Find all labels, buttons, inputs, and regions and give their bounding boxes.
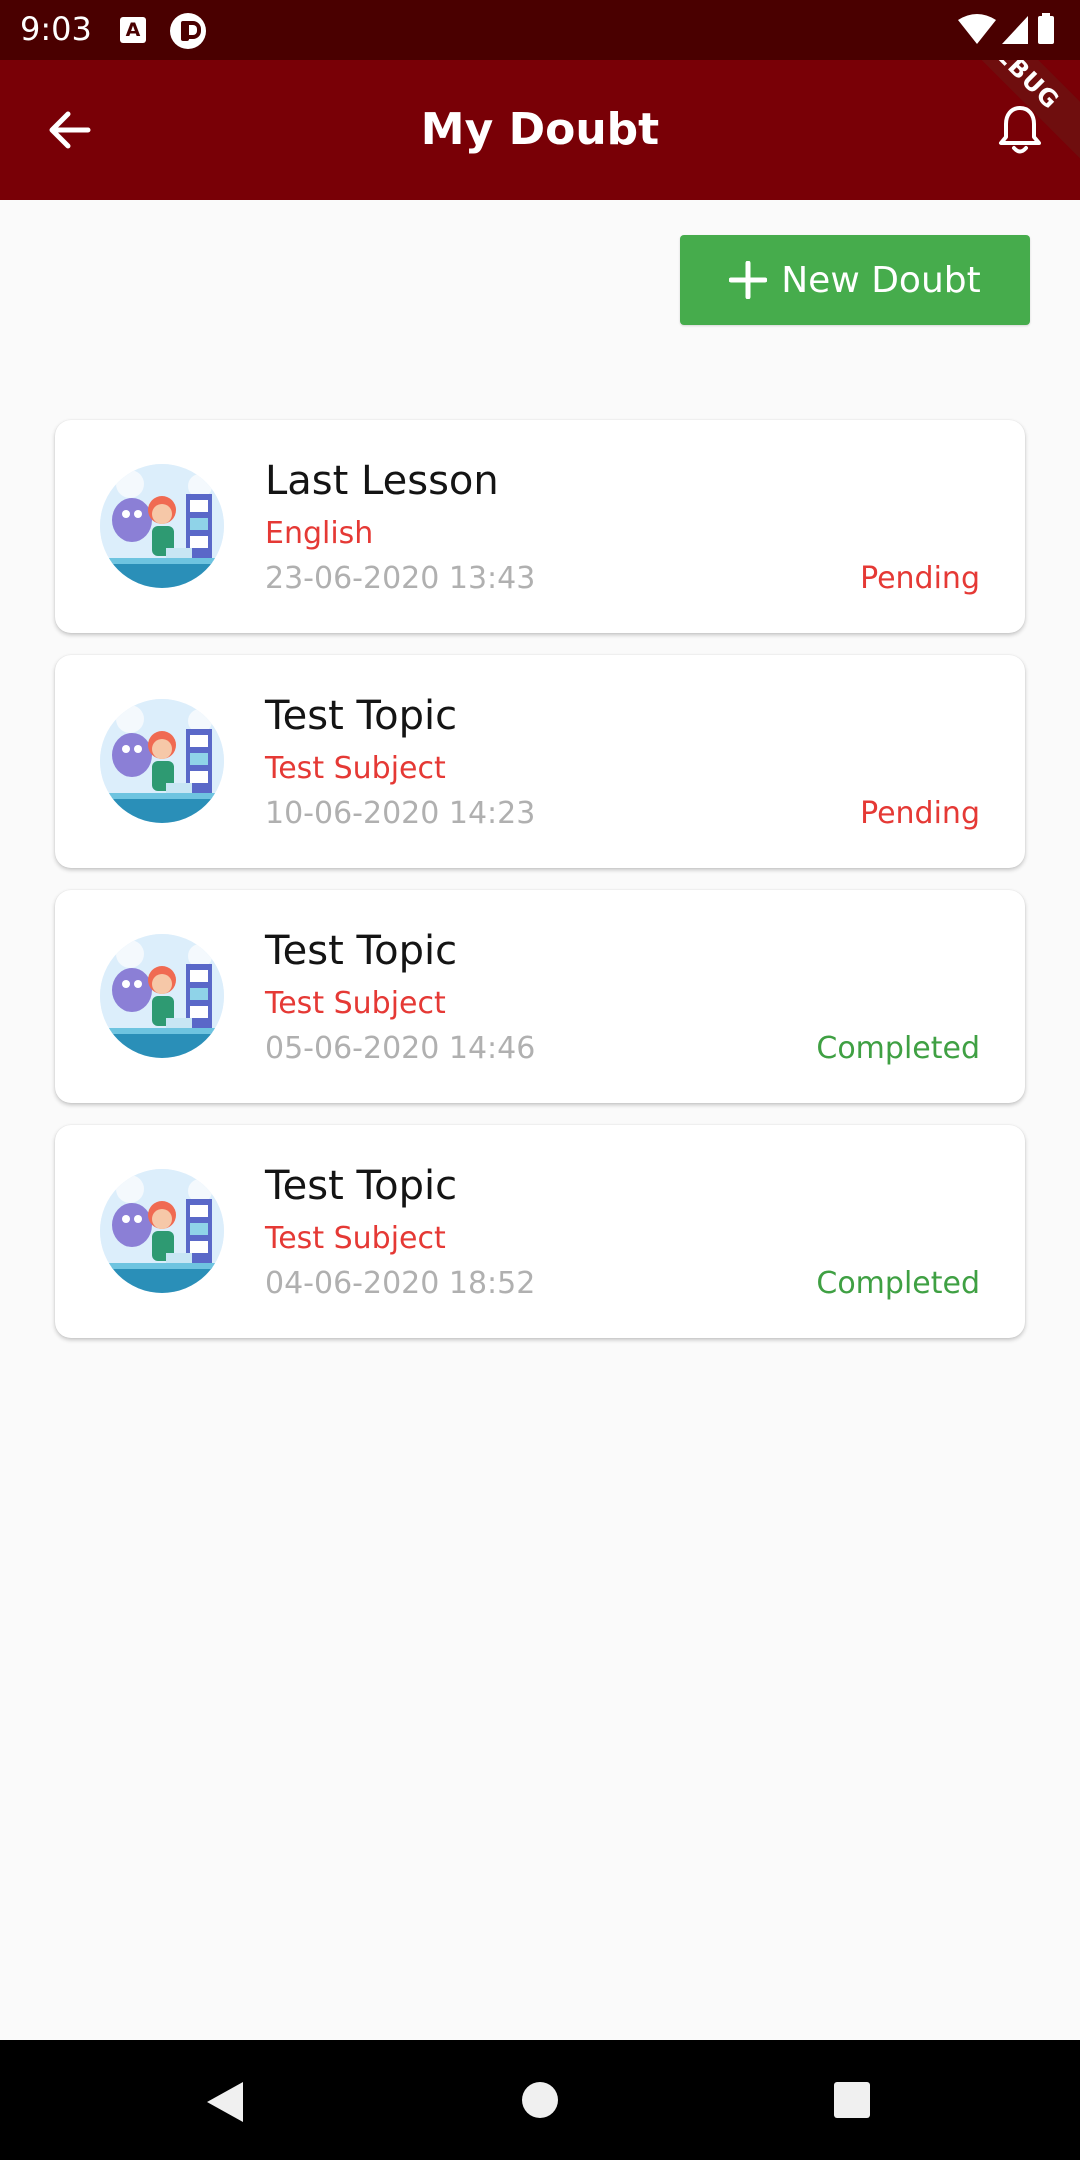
new-doubt-button[interactable]: New Doubt bbox=[680, 235, 1030, 325]
card-date: 05-06-2020 14:46 bbox=[265, 1031, 536, 1066]
system-nav-bar bbox=[0, 2040, 1080, 2160]
avatar bbox=[100, 464, 224, 588]
status-badge: Pending bbox=[860, 561, 980, 596]
card-topic: Last Lesson bbox=[265, 458, 499, 504]
doubt-card[interactable]: Test Topic Test Subject 04-06-2020 18:52… bbox=[55, 1125, 1025, 1338]
nav-recents-icon[interactable] bbox=[834, 2082, 870, 2118]
card-subject: Test Subject bbox=[265, 986, 446, 1021]
card-topic: Test Topic bbox=[265, 1163, 458, 1209]
status-badge: Completed bbox=[816, 1266, 980, 1301]
card-date: 23-06-2020 13:43 bbox=[265, 561, 536, 596]
doubt-card[interactable]: Test Topic Test Subject 10-06-2020 14:23… bbox=[55, 655, 1025, 868]
p-notification-icon bbox=[170, 13, 206, 49]
a-notification-icon: A bbox=[120, 17, 146, 43]
new-doubt-label: New Doubt bbox=[781, 259, 981, 301]
avatar bbox=[100, 1169, 224, 1293]
status-icons bbox=[958, 13, 1054, 44]
doubt-list: Last Lesson English 23-06-2020 13:43 Pen… bbox=[55, 420, 1025, 1360]
avatar bbox=[100, 699, 224, 823]
card-subject: Test Subject bbox=[265, 1221, 446, 1256]
card-date: 04-06-2020 18:52 bbox=[265, 1266, 536, 1301]
plus-icon bbox=[729, 261, 768, 299]
nav-home-icon[interactable] bbox=[522, 2082, 558, 2118]
status-badge: Completed bbox=[816, 1031, 980, 1066]
doubt-card[interactable]: Last Lesson English 23-06-2020 13:43 Pen… bbox=[55, 420, 1025, 633]
card-topic: Test Topic bbox=[265, 693, 458, 739]
status-badge: Pending bbox=[860, 796, 980, 831]
card-subject: English bbox=[265, 516, 374, 551]
card-subject: Test Subject bbox=[265, 751, 446, 786]
doubt-card[interactable]: Test Topic Test Subject 05-06-2020 14:46… bbox=[55, 890, 1025, 1103]
status-bar: 9:03 A bbox=[0, 0, 1080, 60]
page-title: My Doubt bbox=[420, 104, 660, 155]
card-topic: Test Topic bbox=[265, 928, 458, 974]
battery-icon bbox=[1038, 16, 1054, 44]
app-bar: My Doubt DEBUG bbox=[0, 60, 1080, 200]
nav-back-icon[interactable] bbox=[205, 2080, 245, 2124]
signal-icon bbox=[1002, 16, 1028, 44]
card-date: 10-06-2020 14:23 bbox=[265, 796, 536, 831]
status-time: 9:03 bbox=[20, 10, 92, 48]
avatar bbox=[100, 934, 224, 1058]
wifi-icon bbox=[958, 14, 996, 44]
